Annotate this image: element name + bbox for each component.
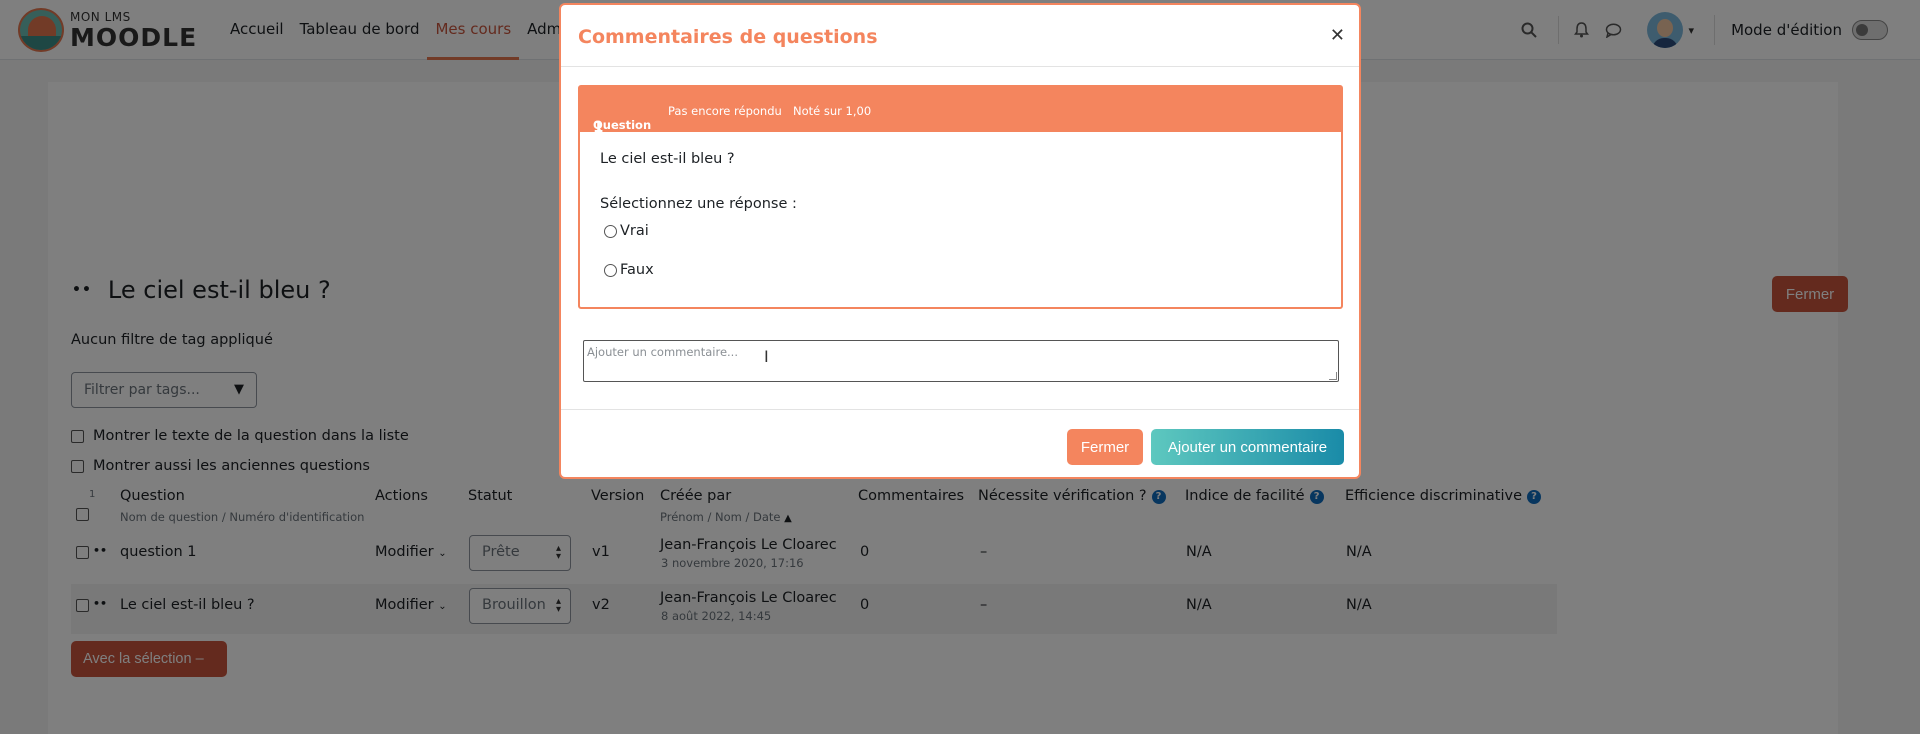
question-comments-modal: Commentaires de questions ✕ Question 1 P… xyxy=(559,3,1361,479)
comment-textarea[interactable]: Ajouter un commentaire... I xyxy=(583,340,1339,382)
text-cursor-icon: I xyxy=(764,347,769,366)
answer-label: Faux xyxy=(620,262,654,278)
answer-option-vrai[interactable]: Vrai xyxy=(604,223,649,239)
modal-footer: Fermer Ajouter un commentaire xyxy=(561,409,1359,479)
answer-radio[interactable] xyxy=(604,263,617,277)
answer-radio[interactable] xyxy=(604,224,617,238)
question-preview: Question 1 Pas encore répondu Noté sur 1… xyxy=(578,85,1343,309)
question-grade: Noté sur 1,00 xyxy=(793,104,872,118)
modal-title: Commentaires de questions xyxy=(578,26,878,48)
resize-handle-icon[interactable] xyxy=(1329,372,1337,380)
question-text: Le ciel est-il bleu ? xyxy=(600,151,735,167)
answer-prompt: Sélectionnez une réponse : xyxy=(600,196,797,212)
add-comment-button[interactable]: Ajouter un commentaire xyxy=(1151,429,1344,465)
modal-close-button[interactable]: Fermer xyxy=(1067,429,1143,465)
answer-option-faux[interactable]: Faux xyxy=(604,262,654,278)
answer-label: Vrai xyxy=(620,223,649,239)
question-info-bar: Question 1 Pas encore répondu Noté sur 1… xyxy=(580,87,1341,136)
modal-header: Commentaires de questions ✕ xyxy=(561,5,1359,67)
question-state: Pas encore répondu xyxy=(668,104,782,118)
close-icon[interactable]: ✕ xyxy=(1330,25,1345,46)
comment-placeholder: Ajouter un commentaire... xyxy=(587,345,738,359)
